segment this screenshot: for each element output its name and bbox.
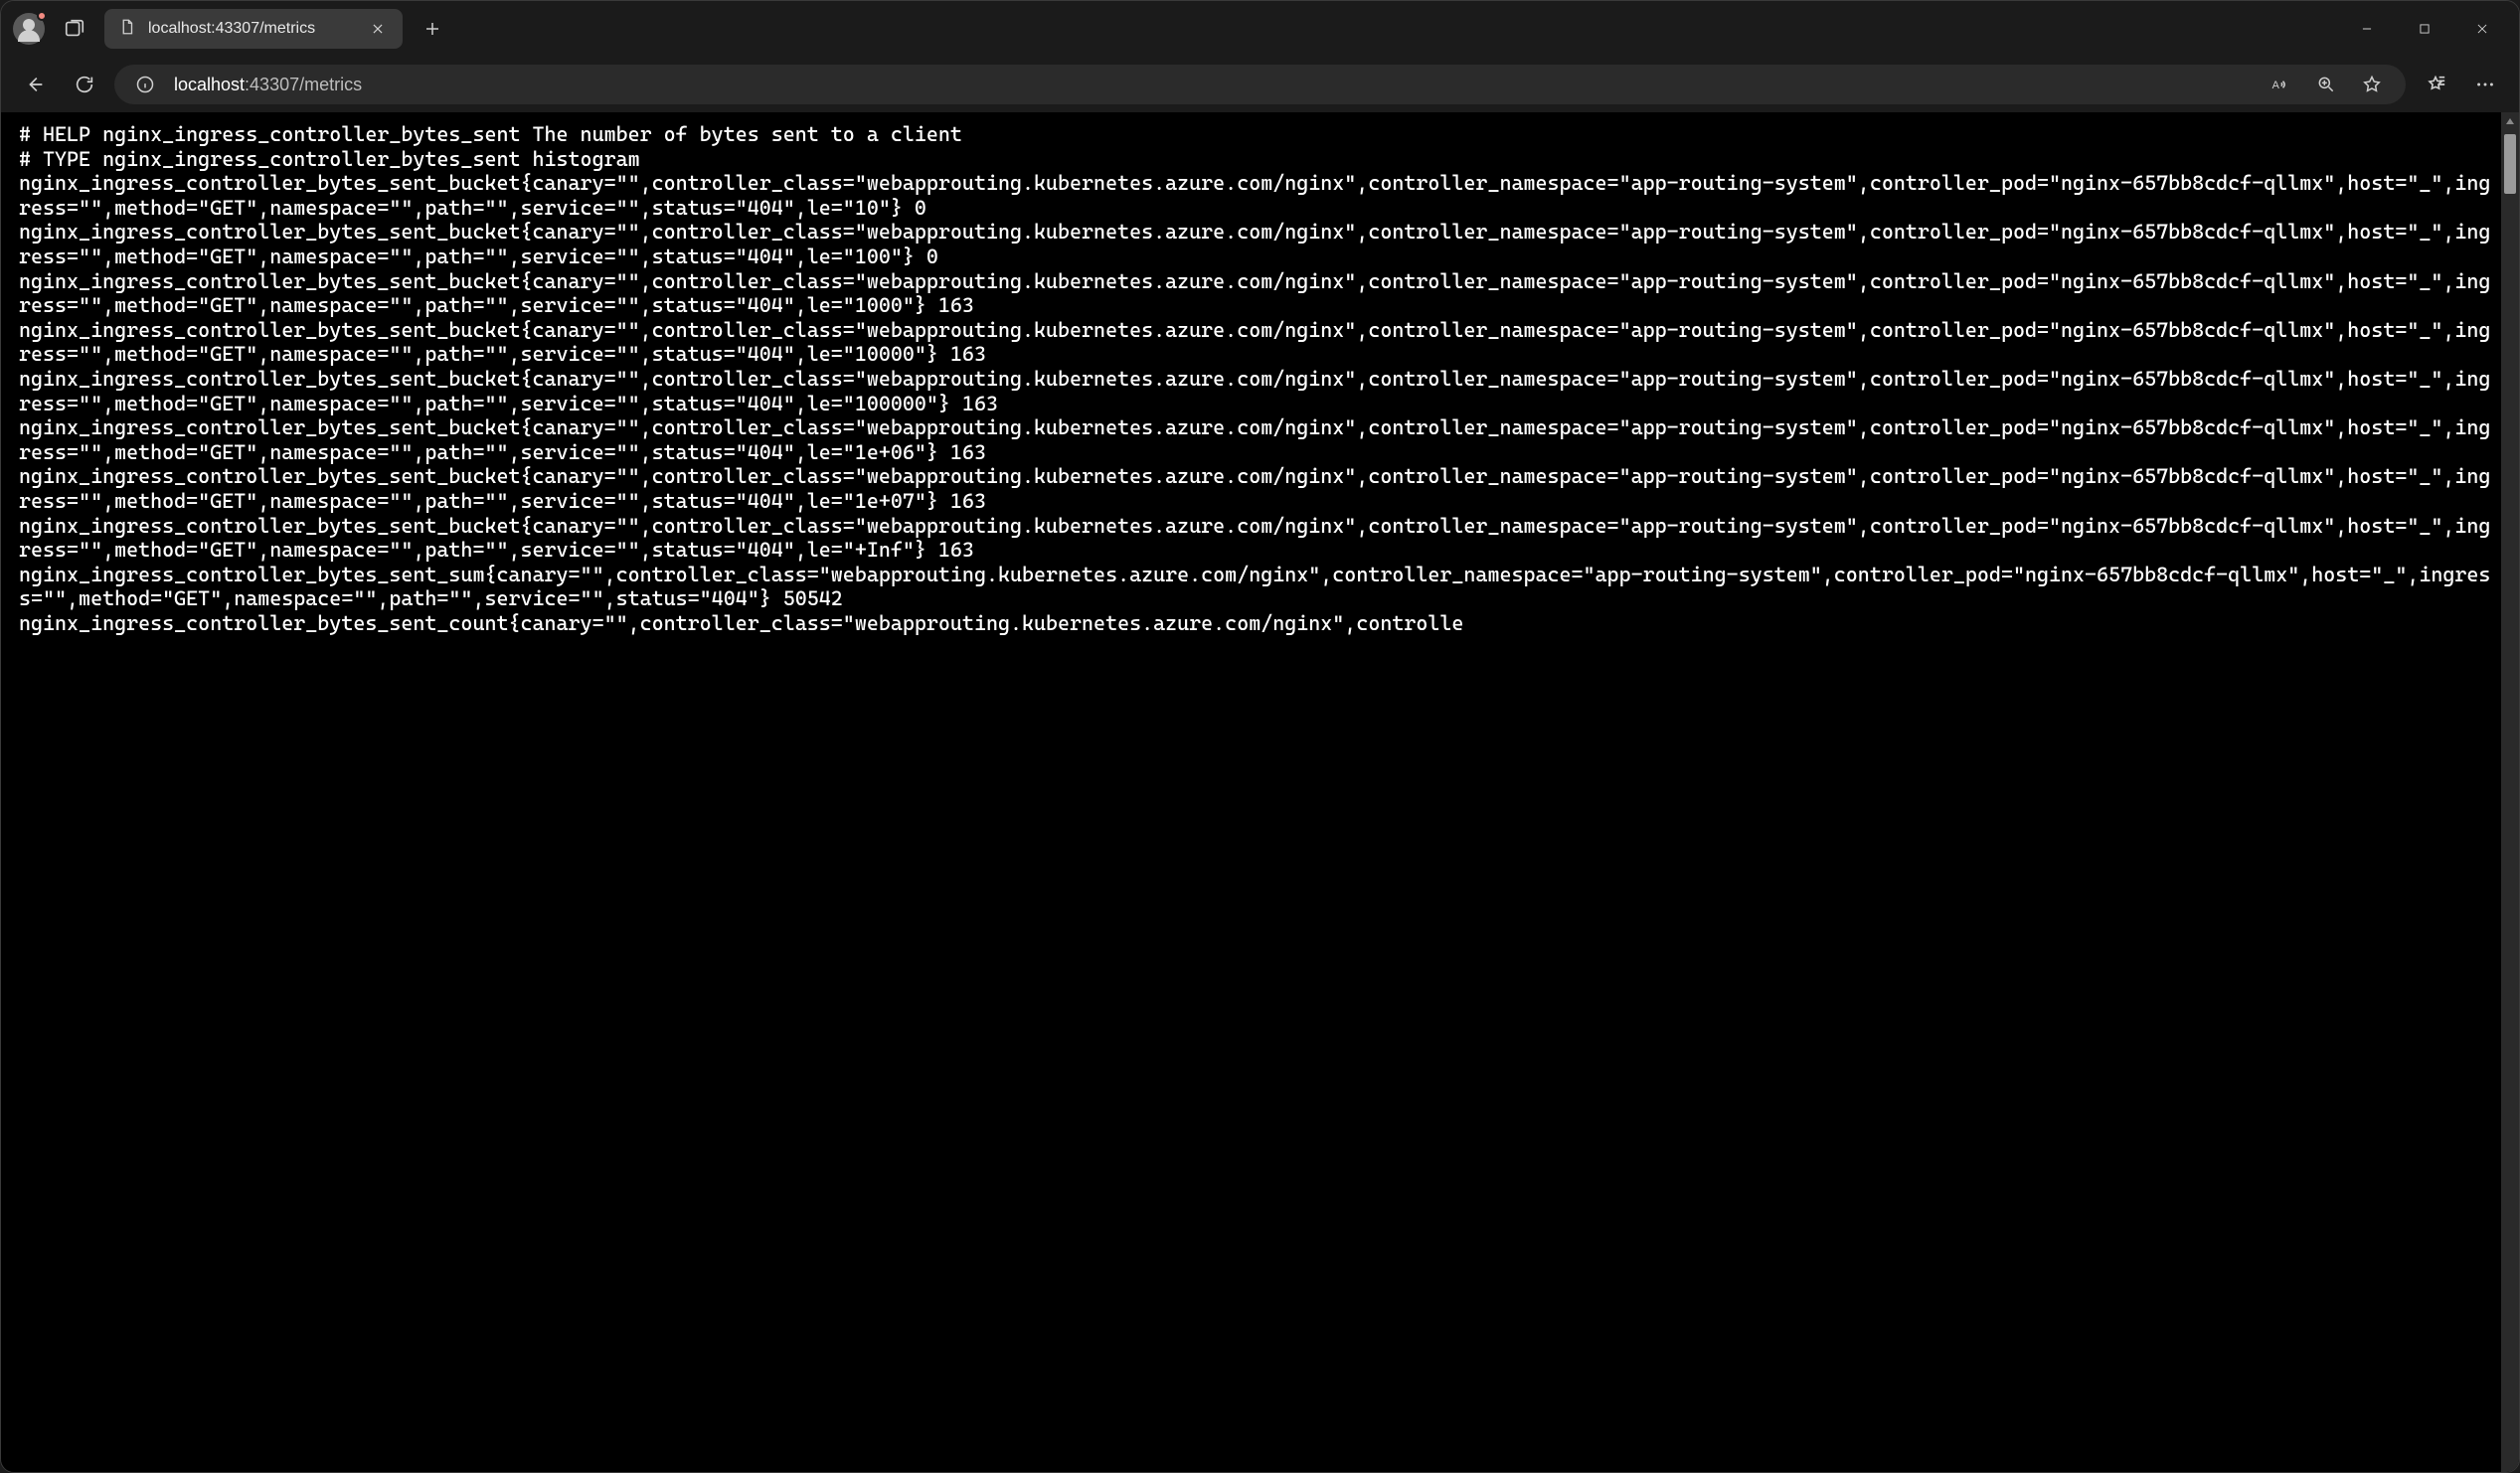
site-info-icon[interactable] [128, 68, 162, 101]
svg-text:A: A [2272, 80, 2280, 91]
address-bar[interactable]: localhost:43307/metrics A [114, 65, 2406, 104]
document-icon [118, 18, 136, 41]
titlebar: localhost:43307/metrics [1, 1, 2519, 57]
refresh-button[interactable] [65, 65, 104, 104]
favorites-bar-button[interactable] [2416, 65, 2455, 104]
tab-title: localhost:43307/metrics [148, 20, 355, 38]
tab-close-button[interactable] [367, 18, 389, 40]
window-controls [2338, 9, 2511, 49]
zoom-button[interactable] [2306, 65, 2346, 104]
read-aloud-button[interactable]: A [2261, 65, 2300, 104]
url-host: localhost [174, 75, 245, 94]
back-button[interactable] [15, 65, 55, 104]
scrollbar-up-arrow-icon[interactable] [2501, 112, 2519, 130]
url-path: :43307/metrics [245, 75, 362, 94]
toolbar: localhost:43307/metrics A [1, 57, 2519, 112]
scrollbar-thumb[interactable] [2504, 134, 2516, 194]
metrics-text: # HELP nginx_ingress_controller_bytes_se… [1, 112, 2519, 1472]
tab-actions-icon[interactable] [55, 9, 94, 49]
browser-window: localhost:43307/metrics [0, 0, 2520, 1473]
new-tab-button[interactable] [413, 9, 452, 49]
browser-tab[interactable]: localhost:43307/metrics [104, 9, 403, 49]
profile-notification-dot [37, 11, 47, 21]
favorite-button[interactable] [2352, 65, 2392, 104]
address-actions: A [2261, 65, 2392, 104]
window-maximize-button[interactable] [2396, 9, 2453, 49]
settings-menu-button[interactable] [2465, 65, 2505, 104]
window-minimize-button[interactable] [2338, 9, 2396, 49]
scrollbar[interactable] [2501, 112, 2519, 1472]
profile-avatar[interactable] [13, 13, 45, 45]
url-text: localhost:43307/metrics [174, 75, 2249, 95]
page-content: # HELP nginx_ingress_controller_bytes_se… [1, 112, 2519, 1472]
window-close-button[interactable] [2453, 9, 2511, 49]
